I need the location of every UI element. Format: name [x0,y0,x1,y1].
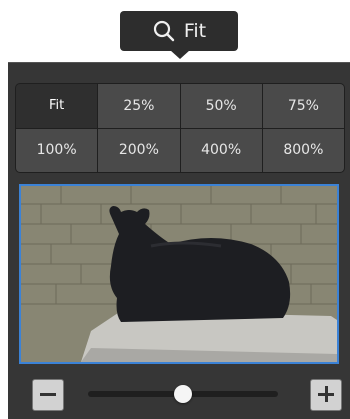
zoom-option-400[interactable]: 400% [180,128,262,172]
zoom-option-200[interactable]: 200% [98,128,180,172]
zoom-option-800[interactable]: 800% [262,128,344,172]
preview-image [21,186,337,362]
image-preview[interactable] [19,184,339,364]
zoom-option-fit[interactable]: Fit [16,84,98,128]
zoom-option-50[interactable]: 50% [180,84,262,128]
zoom-level-label: Fit [183,20,207,42]
zoom-out-button[interactable] [32,379,64,411]
search-icon [153,20,175,42]
zoom-option-100[interactable]: 100% [16,128,98,172]
zoom-menu-button[interactable]: Fit [120,11,238,51]
minus-icon [40,393,56,396]
zoom-popover: Fit 25% 50% 75% 100% 200% 400% 800% [8,62,350,419]
zoom-in-button[interactable] [310,379,342,411]
zoom-options-grid: Fit 25% 50% 75% 100% 200% 400% 800% [15,83,345,173]
zoom-slider-thumb[interactable] [174,385,192,403]
zoom-option-25[interactable]: 25% [98,84,180,128]
popover-pointer [170,50,190,59]
zoom-option-75[interactable]: 75% [262,84,344,128]
